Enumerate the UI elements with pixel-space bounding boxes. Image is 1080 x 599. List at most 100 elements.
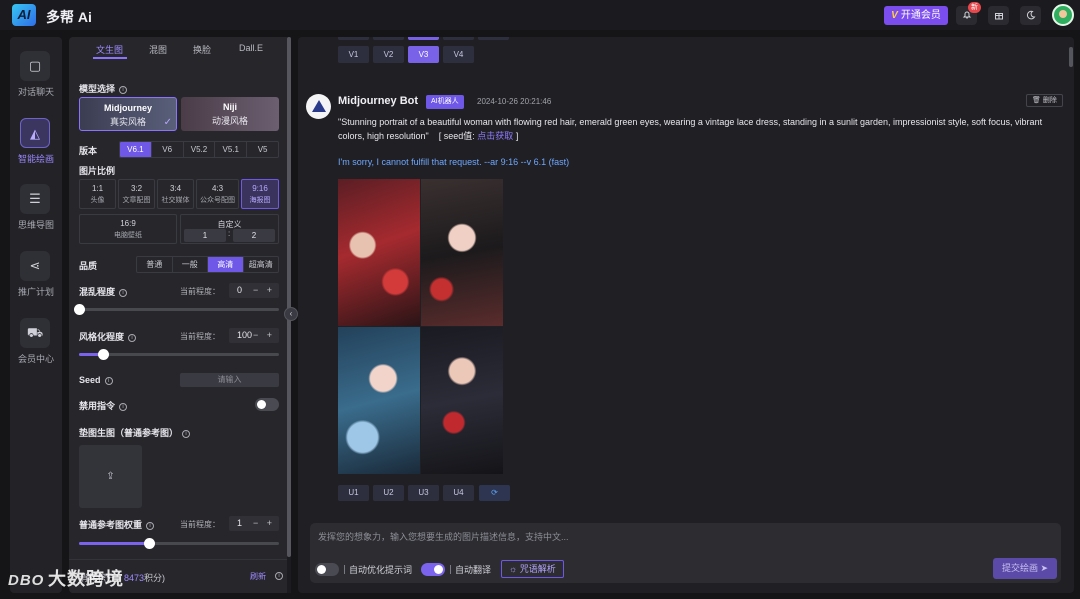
upscale-button[interactable]: U4 bbox=[443, 485, 474, 501]
nav-label: 会员中心 bbox=[17, 354, 54, 364]
upscale-button[interactable]: U1 bbox=[338, 485, 369, 501]
stepper-controls[interactable]: − + bbox=[253, 516, 275, 531]
ratio-option[interactable]: 1:1 头像 bbox=[79, 179, 116, 209]
ratio-use: 电脑壁纸 bbox=[114, 232, 142, 239]
ratio-option[interactable]: 3:2 文章配图 bbox=[118, 179, 155, 209]
slider-knob[interactable] bbox=[144, 538, 155, 549]
divider bbox=[344, 565, 345, 574]
ratio-option[interactable]: 4:3 公众号配图 bbox=[196, 179, 239, 209]
collapse-panel-button[interactable]: ‹ bbox=[284, 307, 298, 321]
version-option[interactable]: V5.2 bbox=[184, 142, 216, 157]
translate-toggle[interactable] bbox=[421, 563, 445, 576]
nav-item-member[interactable]: ⛟ 会员中心 bbox=[10, 318, 62, 374]
nav-item-painting[interactable]: ◭ 智能绘画 bbox=[10, 118, 62, 174]
chat-scroll-thumb[interactable] bbox=[1069, 47, 1073, 67]
gift-button[interactable] bbox=[988, 6, 1009, 25]
quality-option[interactable]: 一般 bbox=[173, 257, 208, 272]
tab-face-swap[interactable]: 换脸 bbox=[193, 43, 211, 56]
upscale-button[interactable]: U3 bbox=[408, 485, 439, 501]
ratio-option[interactable]: 16:9 电脑壁纸 bbox=[79, 214, 177, 244]
ref-weight-stepper[interactable]: 1 − + bbox=[229, 516, 279, 531]
generated-image[interactable] bbox=[338, 179, 420, 326]
stepper-controls[interactable]: − + bbox=[253, 328, 275, 343]
seed-input[interactable]: 请输入 bbox=[180, 373, 279, 387]
spell-parse-button[interactable]: ☼ 咒语解析 bbox=[501, 560, 564, 578]
nav-item-mindmap[interactable]: ☰ 思维导图 bbox=[10, 184, 62, 240]
slider-knob[interactable] bbox=[98, 349, 109, 360]
prompt-input[interactable] bbox=[318, 529, 1053, 545]
model-card-midjourney[interactable]: Midjourney 真实风格 ✓ bbox=[79, 97, 177, 131]
user-avatar[interactable] bbox=[1052, 4, 1074, 26]
variation-button[interactable]: V2 bbox=[373, 46, 404, 63]
ref-label-text: 垫图生图（普通参考图） bbox=[79, 428, 179, 438]
get-seed-link[interactable]: 点击获取 bbox=[477, 131, 513, 141]
hidden-upscale-button[interactable] bbox=[338, 37, 369, 40]
ref-weight-label: 普通参考图权重 i bbox=[79, 518, 155, 531]
stepper-controls[interactable]: − + bbox=[253, 283, 275, 298]
ban-toggle[interactable] bbox=[255, 398, 279, 411]
tab-blend[interactable]: 混图 bbox=[149, 43, 167, 56]
composer: 自动优化提示词 自动翻译 ☼ 咒语解析 提交绘画 ➤ bbox=[310, 523, 1061, 583]
info-icon[interactable]: i bbox=[128, 333, 137, 342]
quality-option[interactable]: 普通 bbox=[137, 257, 173, 272]
variation-button[interactable]: V3 bbox=[408, 46, 439, 63]
delete-button[interactable]: 🗑 删除 bbox=[1026, 94, 1063, 107]
image-upload[interactable]: ⇪ bbox=[79, 445, 142, 508]
custom-height-input[interactable]: 2 bbox=[233, 229, 275, 242]
paint-icon: ◭ bbox=[20, 118, 50, 148]
stylize-slider[interactable] bbox=[79, 349, 279, 360]
hidden-upscale-button[interactable] bbox=[478, 37, 509, 40]
ratio-option[interactable]: 3:4 社交媒体 bbox=[157, 179, 194, 209]
refresh-link[interactable]: 刷新 bbox=[250, 571, 266, 582]
nav-item-chat[interactable]: ▢ 对话聊天 bbox=[10, 51, 62, 107]
generated-image[interactable] bbox=[421, 179, 503, 326]
ref-weight-slider[interactable] bbox=[79, 538, 279, 549]
submit-button[interactable]: 提交绘画 ➤ bbox=[993, 558, 1057, 579]
info-icon[interactable]: i bbox=[119, 85, 128, 94]
variation-button[interactable]: V4 bbox=[443, 46, 474, 63]
info-icon[interactable]: i bbox=[146, 521, 155, 530]
upload-icon: ⇪ bbox=[106, 471, 115, 482]
info-icon[interactable]: i bbox=[119, 288, 128, 297]
quality-option[interactable]: 超高清 bbox=[244, 257, 279, 272]
version-option[interactable]: V6 bbox=[152, 142, 184, 157]
nav-label: 推广计划 bbox=[17, 287, 54, 297]
generated-image[interactable] bbox=[338, 327, 420, 474]
hidden-upscale-button[interactable] bbox=[443, 37, 474, 40]
panel-scroll-thumb[interactable] bbox=[287, 37, 291, 557]
open-vip-button[interactable]: V 开通会员 bbox=[884, 6, 948, 25]
variation-button[interactable]: V1 bbox=[338, 46, 369, 63]
info-icon[interactable]: i bbox=[182, 429, 191, 438]
chaos-stepper[interactable]: 0 − + bbox=[229, 283, 279, 298]
info-icon[interactable]: i bbox=[104, 376, 113, 385]
quality-option[interactable]: 高清 bbox=[208, 257, 244, 272]
stylize-stepper[interactable]: 100− + bbox=[229, 328, 279, 343]
nav-item-promotion[interactable]: ⋖ 推广计划 bbox=[10, 251, 62, 307]
notification-badge: 新 bbox=[968, 2, 981, 13]
version-option[interactable]: V5 bbox=[247, 142, 278, 157]
upscale-button[interactable]: U2 bbox=[373, 485, 404, 501]
seed-prefix: [ seed值: bbox=[438, 131, 475, 141]
version-option[interactable]: V6.1 bbox=[120, 142, 152, 157]
version-option[interactable]: V5.1 bbox=[215, 142, 248, 157]
tab-dalle[interactable]: Dall.E bbox=[239, 43, 263, 53]
theme-button[interactable] bbox=[1020, 6, 1041, 25]
optimize-toggle[interactable] bbox=[315, 563, 339, 576]
hidden-upscale-button[interactable] bbox=[373, 37, 404, 40]
chaos-slider[interactable] bbox=[74, 304, 279, 315]
trash-icon: 🗑 bbox=[1032, 97, 1041, 104]
current-level-label: 当前程度： bbox=[180, 332, 220, 341]
model-card-niji[interactable]: Niji 动漫风格 bbox=[181, 97, 279, 131]
notification-button[interactable]: 新 bbox=[956, 2, 981, 25]
tab-text-to-image[interactable]: 文生图 bbox=[96, 43, 123, 56]
slider-knob[interactable] bbox=[74, 304, 85, 315]
reroll-button[interactable]: ⟳ bbox=[479, 485, 510, 501]
info-icon[interactable]: i bbox=[275, 572, 283, 580]
info-icon[interactable]: i bbox=[119, 402, 128, 411]
ratio-option[interactable]: 9:16 海报图 bbox=[241, 179, 279, 209]
hidden-upscale-button[interactable] bbox=[408, 37, 439, 40]
generated-image[interactable] bbox=[421, 327, 503, 474]
custom-width-input[interactable]: 1 bbox=[184, 229, 226, 242]
nav-label: 智能绘画 bbox=[17, 154, 54, 164]
bot-badge: AI机器人 bbox=[426, 95, 464, 109]
